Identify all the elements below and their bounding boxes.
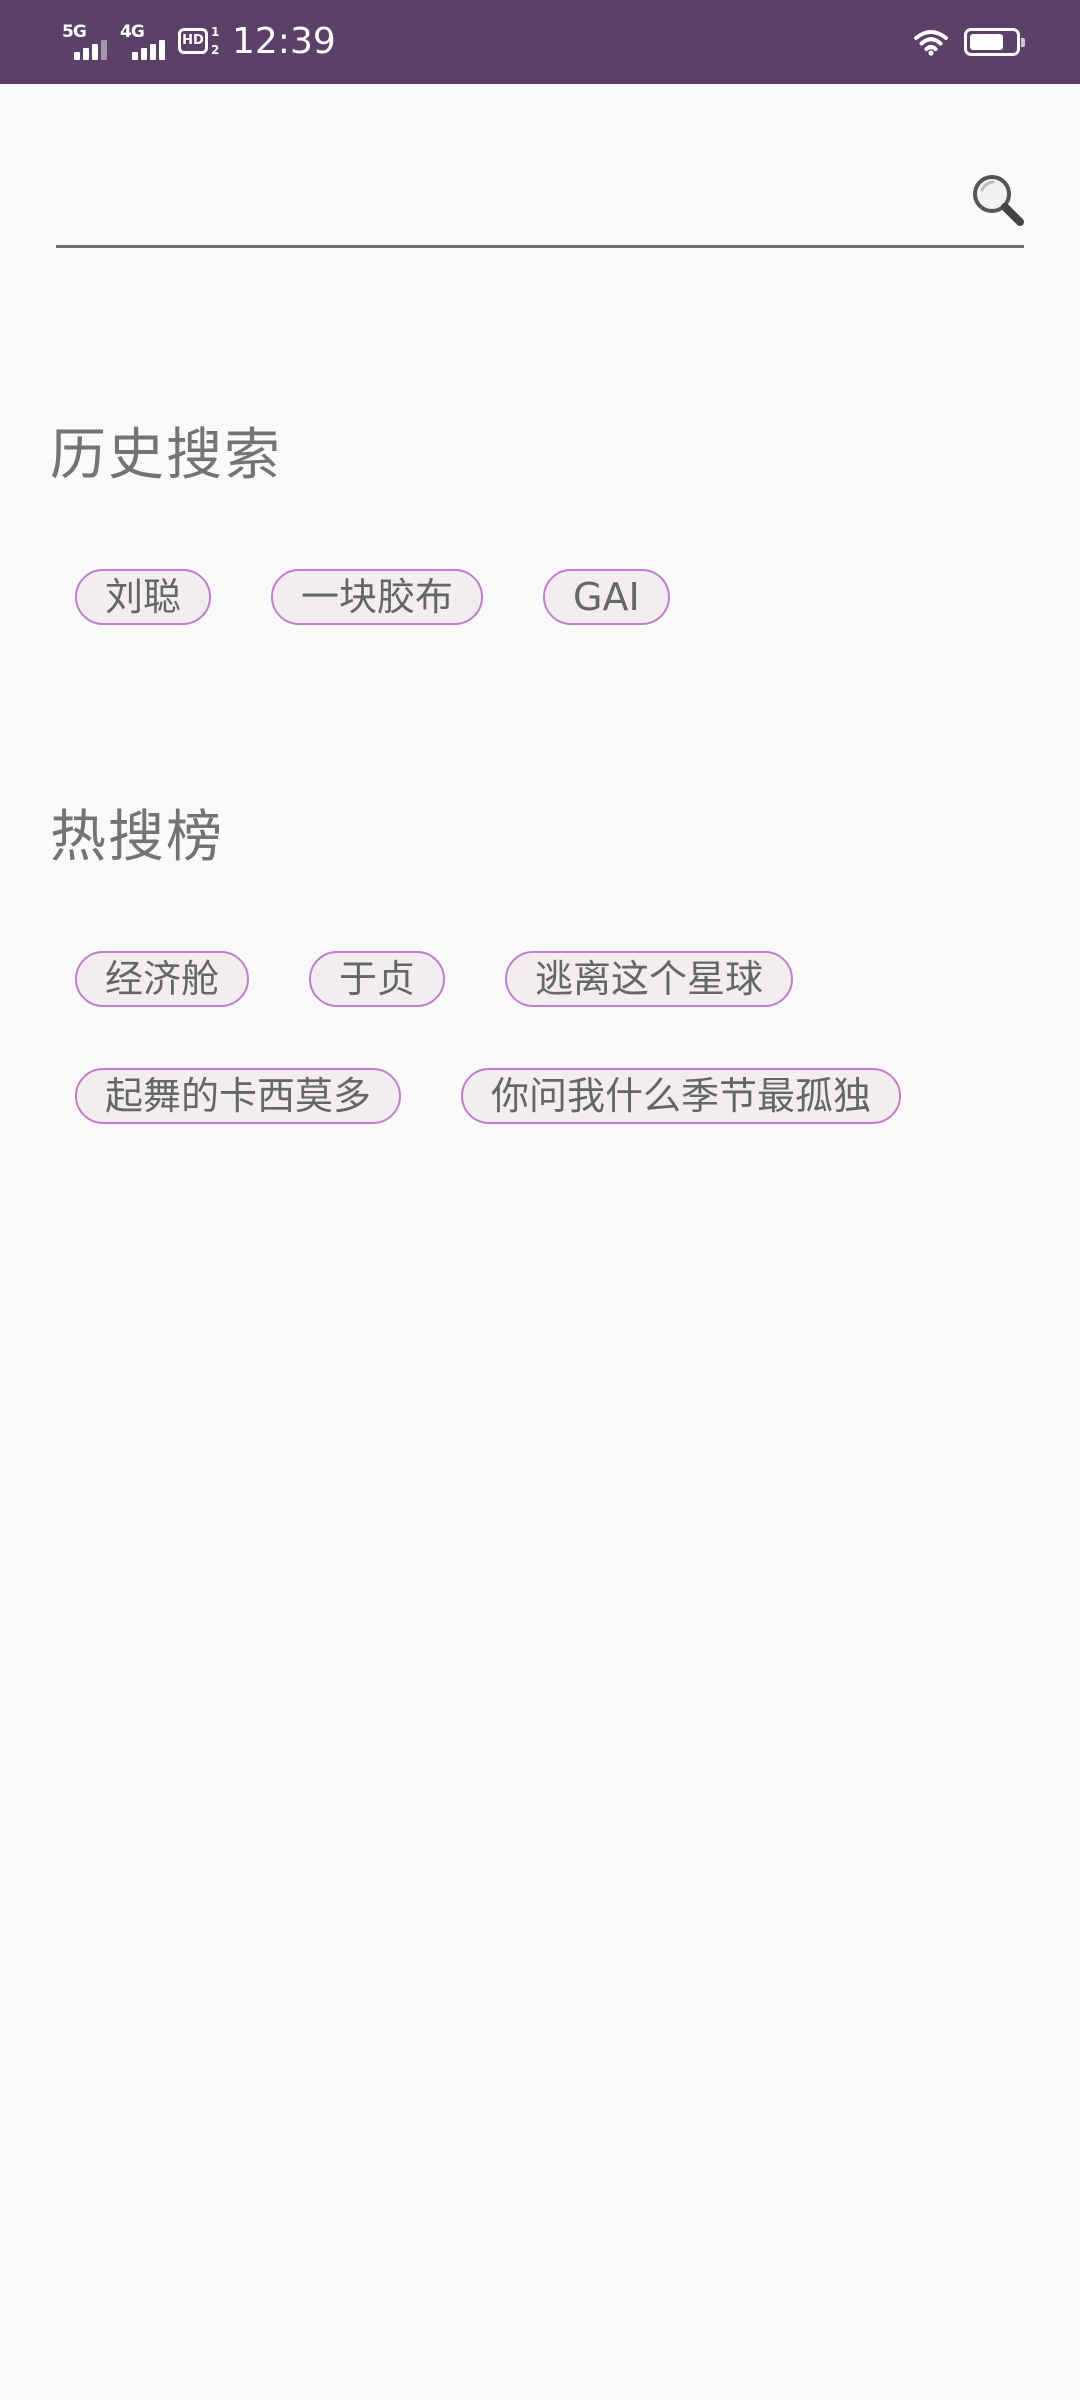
battery-fill <box>970 34 1003 50</box>
history-chip[interactable]: 一块胶布 <box>271 569 484 625</box>
hd-voice-icon: HD 1 2 <box>178 22 222 62</box>
signal-4g-icon: 4G <box>120 20 172 64</box>
battery-tip <box>1021 38 1025 47</box>
hd-sub: 2 <box>211 43 220 57</box>
hot-chips-row-2: 起舞的卡西莫多 你问我什么季节最孤独 <box>75 1068 961 1124</box>
hot-chip[interactable]: 经济舱 <box>75 951 250 1007</box>
hot-chips-row-1: 经济舱 于贞 逃离这个星球 <box>75 951 853 1007</box>
hot-search-title: 热搜榜 <box>50 805 224 870</box>
history-chip[interactable]: 刘聪 <box>75 569 212 625</box>
signal-bars-2 <box>132 40 168 60</box>
wifi-icon <box>914 30 948 56</box>
signal-5g-icon: 5G <box>62 20 114 64</box>
status-left: 5G 4G HD 1 2 12:39 <box>62 18 336 66</box>
status-bar: 5G 4G HD 1 2 12:39 <box>0 0 1080 84</box>
search-bar <box>56 150 1024 248</box>
search-input[interactable] <box>56 170 940 236</box>
hd-label: HD <box>178 28 208 54</box>
search-icon[interactable] <box>970 172 1026 228</box>
battery-icon <box>964 28 1025 56</box>
status-right <box>914 22 1025 62</box>
history-title: 历史搜索 <box>50 423 282 488</box>
hot-chip[interactable]: 你问我什么季节最孤独 <box>461 1068 902 1124</box>
history-chip[interactable]: GAI <box>543 569 670 625</box>
hd-sup: 1 <box>211 25 220 39</box>
hot-chip[interactable]: 起舞的卡西莫多 <box>75 1068 402 1124</box>
hot-chip[interactable]: 于贞 <box>309 951 446 1007</box>
network-type-1: 5G <box>62 22 87 42</box>
network-type-2: 4G <box>120 22 145 42</box>
signal-bars-1 <box>74 40 110 60</box>
hot-chip[interactable]: 逃离这个星球 <box>505 951 794 1007</box>
history-chips: 刘聪 一块胶布 GAI <box>75 569 730 625</box>
clock: 12:39 <box>232 21 336 62</box>
